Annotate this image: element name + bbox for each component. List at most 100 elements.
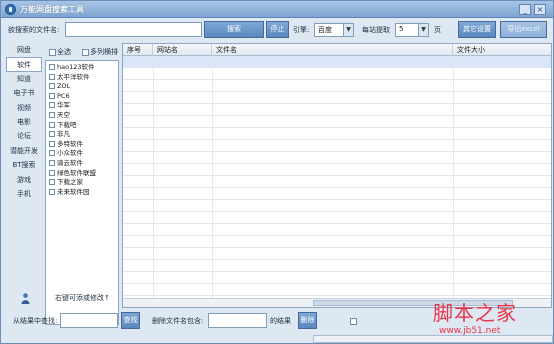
other-settings-button[interactable]: 其它设置 xyxy=(458,21,496,38)
table-row[interactable] xyxy=(123,128,551,140)
site-item[interactable]: hao123软件 xyxy=(46,63,118,73)
site-item-label: 绿色软件联盟 xyxy=(57,168,96,177)
status-bar xyxy=(313,335,553,343)
select-all-label: 全选 xyxy=(57,48,71,56)
table-row[interactable] xyxy=(123,116,551,128)
table-row[interactable] xyxy=(123,236,551,248)
site-item-label: 华军 xyxy=(57,101,70,110)
site-item[interactable]: 太平洋软件 xyxy=(46,73,118,83)
app-logo-icon xyxy=(5,4,16,15)
close-button[interactable]: × xyxy=(534,4,546,15)
checkbox-icon xyxy=(49,140,55,147)
site-item[interactable]: ZOL xyxy=(46,82,118,92)
table-row[interactable] xyxy=(123,284,551,296)
category-item[interactable]: 电影 xyxy=(6,115,42,129)
delete-button[interactable]: 删除 xyxy=(298,312,317,329)
checkbox-icon xyxy=(49,188,55,195)
minimize-button[interactable]: _ xyxy=(519,4,531,15)
find-button[interactable]: 查找 xyxy=(121,312,140,329)
title-bar: 万能网盘搜索工具 _ × xyxy=(1,1,553,18)
category-item[interactable]: 手机 xyxy=(6,187,42,201)
site-list-hint: 右键可添或修改↑ xyxy=(55,294,110,302)
per-site-select[interactable]: 5 ▼ xyxy=(395,23,429,37)
chevron-down-icon: ▼ xyxy=(343,24,353,36)
checkbox-icon xyxy=(49,83,55,90)
column-header-filename[interactable]: 文件名 xyxy=(212,44,453,56)
category-item[interactable]: 游戏 xyxy=(6,173,42,187)
column-header-site[interactable]: 网站名 xyxy=(153,44,212,56)
category-item[interactable]: 论坛 xyxy=(6,129,42,143)
search-input[interactable] xyxy=(65,22,202,37)
chevron-down-icon: ▼ xyxy=(418,24,428,36)
table-row[interactable] xyxy=(123,212,551,224)
checkbox-icon xyxy=(49,179,55,186)
watermark-logo: 脚本之家 xyxy=(433,301,517,325)
table-row-selected[interactable] xyxy=(123,56,551,68)
category-item[interactable]: BT搜索 xyxy=(6,158,42,172)
checkbox-icon xyxy=(82,48,89,56)
find-label: 从结果中查找: xyxy=(13,317,58,325)
category-item[interactable]: 知道 xyxy=(6,72,42,86)
table-row[interactable] xyxy=(123,272,551,284)
table-row[interactable] xyxy=(123,140,551,152)
table-row[interactable] xyxy=(123,188,551,200)
category-item-selected[interactable]: 软件 xyxy=(6,57,42,72)
category-item[interactable]: 视频 xyxy=(6,101,42,115)
column-header-index[interactable]: 序号 xyxy=(123,44,153,56)
category-item[interactable]: 潜能开发 xyxy=(6,144,42,158)
checkbox-icon xyxy=(49,121,55,128)
category-nav: 网盘 软件 知道 电子书 视频 电影 论坛 潜能开发 BT搜索 游戏 手机 xyxy=(6,43,42,201)
watermark-url: www.jb51.net xyxy=(439,326,501,336)
table-row[interactable] xyxy=(123,224,551,236)
site-item[interactable]: 多特软件 xyxy=(46,140,118,150)
delete-input[interactable] xyxy=(208,313,267,328)
site-item[interactable]: 天空 xyxy=(46,111,118,121)
table-row[interactable] xyxy=(123,176,551,188)
export-excel-button[interactable]: 导出excel xyxy=(500,21,547,38)
table-row[interactable] xyxy=(123,68,551,80)
filter-checkbox[interactable] xyxy=(350,318,357,325)
stop-button[interactable]: 停止 xyxy=(266,21,289,38)
per-site-label: 每站提取 xyxy=(362,26,390,34)
per-site-value: 5 xyxy=(399,25,404,33)
site-item-label: 非凡 xyxy=(57,130,70,139)
site-item[interactable]: 下载之家 xyxy=(46,178,118,188)
column-header-filesize[interactable]: 文件大小 xyxy=(453,44,551,56)
site-item-label: PC6 xyxy=(57,91,70,100)
category-item[interactable]: 电子书 xyxy=(6,86,42,100)
site-item-label: 小众软件 xyxy=(57,149,83,158)
checkbox-icon xyxy=(49,150,55,157)
checkbox-icon xyxy=(49,92,55,99)
site-item[interactable]: 绿色软件联盟 xyxy=(46,169,118,179)
column-divider xyxy=(453,56,454,307)
site-item[interactable]: 下载吧 xyxy=(46,121,118,131)
table-row[interactable] xyxy=(123,80,551,92)
category-item[interactable]: 网盘 xyxy=(6,43,42,57)
table-row[interactable] xyxy=(123,92,551,104)
table-row[interactable] xyxy=(123,164,551,176)
page-unit-label: 页 xyxy=(434,26,441,34)
site-item-label: 未来软件园 xyxy=(57,187,90,196)
checkbox-icon xyxy=(49,48,56,56)
site-item[interactable]: 未来软件园 xyxy=(46,188,118,198)
table-row[interactable] xyxy=(123,152,551,164)
find-input[interactable] xyxy=(60,313,118,328)
table-row[interactable] xyxy=(123,248,551,260)
results-grid[interactable]: 序号 网站名 文件名 文件大小 xyxy=(122,43,552,308)
site-item[interactable]: 骑云软件 xyxy=(46,159,118,169)
site-item-label: 多特软件 xyxy=(57,139,83,148)
multi-column-checkbox[interactable]: 多列横排 xyxy=(82,47,118,57)
site-item[interactable]: PC6 xyxy=(46,92,118,102)
engine-value: 百度 xyxy=(318,26,332,34)
site-item[interactable]: 小众软件 xyxy=(46,149,118,159)
search-button[interactable]: 搜索 xyxy=(204,21,264,38)
user-icon[interactable] xyxy=(21,293,30,304)
site-item[interactable]: 华军 xyxy=(46,101,118,111)
checkbox-icon xyxy=(49,131,55,138)
select-all-checkbox[interactable]: 全选 xyxy=(49,47,71,57)
table-row[interactable] xyxy=(123,200,551,212)
table-row[interactable] xyxy=(123,260,551,272)
site-item[interactable]: 非凡 xyxy=(46,130,118,140)
table-row[interactable] xyxy=(123,104,551,116)
engine-select[interactable]: 百度 ▼ xyxy=(314,23,354,37)
